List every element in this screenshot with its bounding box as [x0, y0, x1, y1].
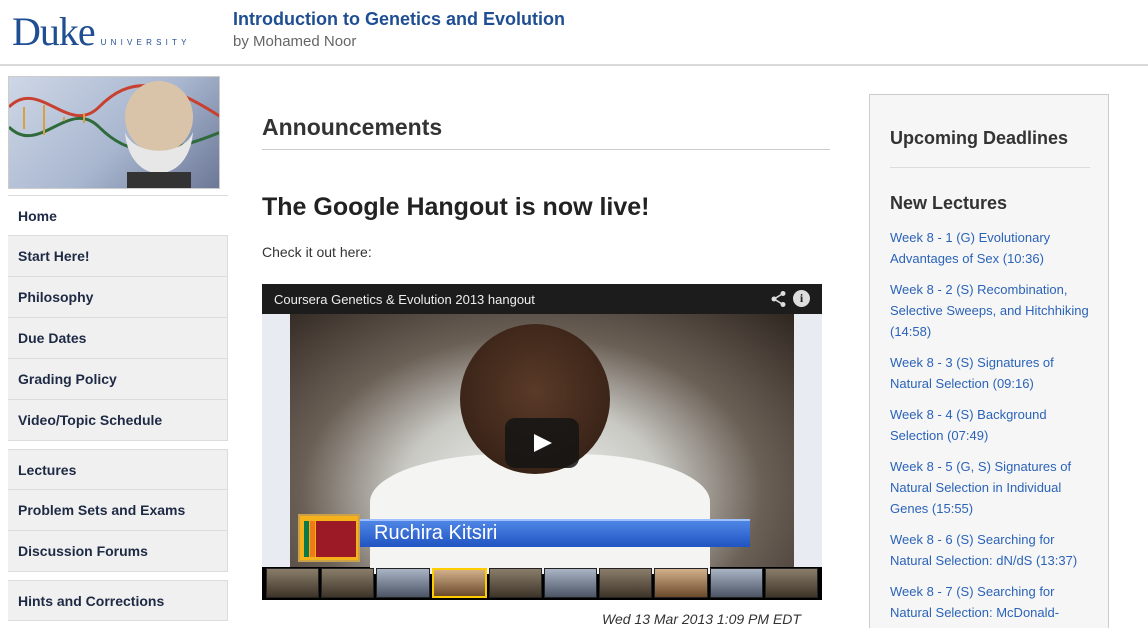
- lecture-link[interactable]: Week 8 - 3 (S) Signatures of Natural Sel…: [890, 352, 1090, 394]
- participant-thumbnail[interactable]: [654, 568, 708, 598]
- name-lower-third: [298, 519, 750, 547]
- post-date: Wed 13 Mar 2013 1:09 PM EDT: [602, 611, 801, 627]
- right-panel-divider: [890, 167, 1090, 168]
- video-title[interactable]: Coursera Genetics & Evolution 2013 hango…: [274, 292, 535, 307]
- flag-maroon-panel: [316, 521, 356, 557]
- video-name-label: Ruchira Kitsiri: [374, 522, 498, 544]
- upcoming-deadlines-heading: Upcoming Deadlines: [890, 128, 1069, 148]
- video-player[interactable]: Ruchira Kitsiri Coursera Genetics & Evol…: [262, 284, 822, 600]
- sidebar-item-home[interactable]: Home: [8, 195, 228, 236]
- flag-stripe-orange: [310, 521, 315, 557]
- video-bg-right: [794, 314, 822, 567]
- main-content: Announcements The Google Hangout is now …: [262, 76, 830, 600]
- section-title: Announcements: [262, 114, 830, 150]
- duke-logo[interactable]: Duke UNIVERSITY: [12, 12, 191, 52]
- video-bg-left: [262, 314, 290, 567]
- logo-sub-text: UNIVERSITY: [100, 38, 191, 47]
- sidebar-item-start-here[interactable]: Start Here!: [8, 236, 228, 277]
- page-header: Duke UNIVERSITY Introduction to Genetics…: [0, 0, 1148, 66]
- nav-group-1: Home Start Here! Philosophy Due Dates Gr…: [8, 195, 228, 441]
- sidebar-item-due-dates[interactable]: Due Dates: [8, 318, 228, 359]
- sri-lanka-flag-icon: [298, 514, 360, 562]
- logo-main-text: Duke: [12, 9, 96, 54]
- participant-thumbnail[interactable]: [709, 568, 763, 598]
- lecture-link[interactable]: Week 8 - 5 (G, S) Signatures of Natural …: [890, 456, 1090, 519]
- dna-bust-illustration: [9, 81, 219, 188]
- participant-thumbnails: [266, 568, 819, 598]
- sidebar-item-video-topic-schedule[interactable]: Video/Topic Schedule: [8, 400, 228, 441]
- post-text: Check it out here:: [262, 244, 372, 260]
- participant-thumbnail[interactable]: [488, 568, 543, 598]
- lecture-link[interactable]: Week 8 - 4 (S) Background Selection (07:…: [890, 404, 1090, 446]
- info-icon[interactable]: i: [793, 290, 810, 307]
- sidebar-item-lectures[interactable]: Lectures: [8, 449, 228, 490]
- course-title[interactable]: Introduction to Genetics and Evolution: [233, 9, 565, 30]
- participant-thumbnail-selected[interactable]: [431, 568, 487, 598]
- participant-thumbnail[interactable]: [544, 568, 598, 598]
- sidebar-item-philosophy[interactable]: Philosophy: [8, 277, 228, 318]
- sidebar-item-problem-sets[interactable]: Problem Sets and Exams: [8, 490, 228, 531]
- sidebar: Home Start Here! Philosophy Due Dates Gr…: [8, 76, 228, 628]
- nav-group-2: Lectures Problem Sets and Exams Discussi…: [8, 449, 228, 572]
- course-author: by Mohamed Noor: [233, 33, 357, 50]
- participant-thumbnail[interactable]: [376, 568, 430, 598]
- lecture-link[interactable]: Week 8 - 6 (S) Searching for Natural Sel…: [890, 529, 1090, 571]
- lecture-link[interactable]: Week 8 - 1 (G) Evolutionary Advantages o…: [890, 227, 1090, 269]
- participant-thumbnail[interactable]: [266, 568, 320, 598]
- share-icon[interactable]: [770, 290, 788, 308]
- video-title-bar: Coursera Genetics & Evolution 2013 hango…: [262, 284, 822, 314]
- new-lectures-heading: New Lectures: [890, 193, 1008, 213]
- participant-thumbnail[interactable]: [599, 568, 653, 598]
- participant-thumbnail[interactable]: [764, 568, 819, 598]
- sidebar-nav: Home Start Here! Philosophy Due Dates Gr…: [8, 195, 228, 621]
- lecture-link[interactable]: Week 8 - 7 (S) Searching for Natural Sel…: [890, 581, 1090, 628]
- new-lectures-list: Week 8 - 1 (G) Evolutionary Advantages o…: [890, 227, 1090, 628]
- flag-stripe-green: [304, 521, 309, 557]
- post-title: The Google Hangout is now live!: [262, 193, 650, 221]
- lecture-link[interactable]: Week 8 - 2 (S) Recombination, Selective …: [890, 279, 1090, 342]
- course-banner-image: [8, 76, 220, 189]
- participant-thumbnail[interactable]: [321, 568, 375, 598]
- nav-group-3: Hints and Corrections: [8, 580, 228, 621]
- sidebar-item-discussion-forums[interactable]: Discussion Forums: [8, 531, 228, 572]
- play-icon[interactable]: [505, 418, 579, 468]
- sidebar-item-grading-policy[interactable]: Grading Policy: [8, 359, 228, 400]
- right-panel: Upcoming Deadlines New Lectures Week 8 -…: [869, 94, 1109, 628]
- sidebar-item-hints[interactable]: Hints and Corrections: [8, 580, 228, 621]
